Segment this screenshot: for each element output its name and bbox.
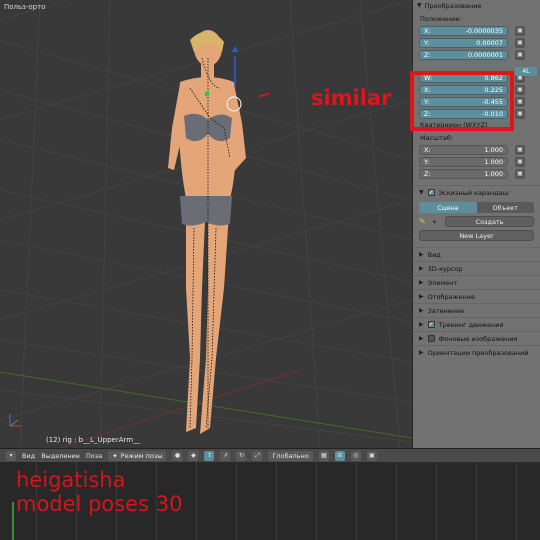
location-x-field[interactable]: X: -0.0000035 bbox=[419, 25, 508, 36]
axis-gizmo-icon bbox=[9, 414, 22, 427]
collapsed-triangle-icon: ▶ bbox=[419, 349, 424, 356]
lock-icon[interactable]: ▣ bbox=[515, 37, 525, 48]
location-label: Положение: bbox=[420, 15, 462, 23]
scale-y-field[interactable]: Y: 1.000 bbox=[419, 156, 508, 167]
location-x-row: X: -0.0000035 ▣ bbox=[419, 25, 540, 36]
layers-icon[interactable]: ▦ bbox=[318, 450, 329, 461]
location-y-field[interactable]: Y: 0.00007 bbox=[419, 37, 508, 48]
watermark: heigatisha model poses 30 bbox=[16, 468, 182, 516]
properties-panel: ▼ Преобразование Положение: X: -0.0000035… bbox=[412, 0, 540, 448]
section-background-images[interactable]: ▶ Фоновые изображения bbox=[413, 331, 540, 345]
rotation-mode-toggle[interactable]: 4L bbox=[515, 67, 537, 76]
scale-x-field[interactable]: X: 1.000 bbox=[419, 144, 508, 155]
orientation-selector[interactable]: Глобально bbox=[268, 450, 313, 461]
expand-triangle-icon: ▼ bbox=[417, 2, 422, 9]
checkbox-checked-icon[interactable]: ✓ bbox=[427, 321, 435, 328]
create-button[interactable]: Создать bbox=[445, 216, 534, 227]
location-z-field[interactable]: Z: 0.0000001 bbox=[419, 49, 508, 60]
render-icon[interactable]: ▣ bbox=[366, 450, 377, 461]
pivot-icon[interactable]: ◆ bbox=[188, 450, 199, 461]
lock-icon[interactable]: ▣ bbox=[515, 84, 525, 95]
grease-source-tabs: Сцена Объект bbox=[419, 202, 534, 213]
scale-z-field[interactable]: Z: 1.000 bbox=[419, 168, 508, 179]
highlight-box bbox=[410, 71, 514, 131]
current-frame-marker[interactable] bbox=[12, 502, 14, 540]
lock-icon[interactable]: ▣ bbox=[515, 168, 525, 179]
mode-selector[interactable]: ✦ Режим позы bbox=[108, 450, 167, 461]
blender-window: Польз-орто (12) rig : b__L_UpperArm__ ▼ … bbox=[0, 0, 540, 540]
section-display[interactable]: ▶ Отображение bbox=[413, 289, 540, 303]
menu-pose[interactable]: Поза bbox=[86, 452, 102, 460]
scale-icon[interactable]: ⤢ bbox=[252, 450, 263, 461]
section-3d-cursor[interactable]: ▶ 3D-курсор bbox=[413, 261, 540, 275]
character-model[interactable] bbox=[150, 28, 260, 448]
lock-icon[interactable]: ▣ bbox=[515, 49, 525, 60]
proportional-icon[interactable]: ◎ bbox=[350, 450, 361, 461]
menu-view[interactable]: Вид bbox=[22, 452, 35, 460]
section-motion-tracking[interactable]: ▶ ✓ Трекинг движения bbox=[413, 317, 540, 331]
snap-icon[interactable]: ⊞ bbox=[334, 450, 345, 461]
collapsed-triangle-icon: ▶ bbox=[419, 293, 424, 300]
checkbox-unchecked-icon[interactable] bbox=[427, 335, 435, 342]
scale-z-row: Z: 1.000 ▣ bbox=[419, 168, 540, 179]
expand-triangle-icon: ▼ bbox=[419, 189, 424, 196]
lock-icon[interactable]: ▣ bbox=[515, 96, 525, 107]
lock-icon[interactable]: ▣ bbox=[515, 25, 525, 36]
tab-object[interactable]: Объект bbox=[476, 202, 534, 213]
section-view[interactable]: ▶ Вид bbox=[413, 247, 540, 261]
location-z-row: Z: 0.0000001 ▣ bbox=[419, 49, 540, 60]
section-transform-orientations[interactable]: ▶ Ориентации преобразований bbox=[413, 345, 540, 359]
3d-viewport[interactable]: Польз-орто (12) rig : b__L_UpperArm__ bbox=[0, 0, 412, 448]
manipulator-icon[interactable]: ↕ bbox=[204, 450, 215, 461]
transform-header[interactable]: ▼ Преобразование bbox=[413, 0, 540, 11]
collapsed-triangle-icon: ▶ bbox=[419, 251, 424, 258]
viewport-header: ▾ Вид Выделение Поза ✦ Режим позы ● ◆ ↕ ↗… bbox=[0, 448, 540, 462]
grease-pencil-header[interactable]: ▼ ✓ Эскизный карандаш bbox=[413, 185, 540, 199]
new-layer-button[interactable]: New Layer bbox=[419, 230, 534, 241]
annotation-similar: similar bbox=[311, 86, 392, 110]
watermark-line1: heigatisha bbox=[16, 468, 126, 492]
lock-icon[interactable]: ▣ bbox=[515, 156, 525, 167]
collapsed-triangle-icon: ▶ bbox=[419, 307, 424, 314]
viewport-title: Польз-орто bbox=[4, 3, 46, 11]
pencil-icon[interactable]: ✎ bbox=[419, 217, 426, 226]
rotate-icon[interactable]: ↻ bbox=[236, 450, 247, 461]
create-row: ✎ + Создать bbox=[419, 216, 540, 227]
section-shading[interactable]: ▶ Затенение bbox=[413, 303, 540, 317]
collapsed-triangle-icon: ▶ bbox=[419, 279, 424, 286]
menu-select[interactable]: Выделение bbox=[41, 452, 80, 460]
viewport-status: (12) rig : b__L_UpperArm__ bbox=[46, 436, 141, 444]
scale-label: Масштаб: bbox=[420, 134, 454, 142]
collapsed-triangle-icon: ▶ bbox=[419, 335, 424, 342]
translate-icon[interactable]: ↗ bbox=[220, 450, 231, 461]
location-y-row: Y: 0.00007 ▣ bbox=[419, 37, 540, 48]
shading-icon[interactable]: ● bbox=[172, 450, 183, 461]
editor-type-icon[interactable]: ▾ bbox=[6, 450, 16, 461]
plus-icon[interactable]: + bbox=[432, 218, 437, 226]
scale-x-row: X: 1.000 ▣ bbox=[419, 144, 540, 155]
watermark-line2: model poses 30 bbox=[16, 492, 183, 516]
lock-icon[interactable]: ▣ bbox=[515, 144, 525, 155]
collapsed-triangle-icon: ▶ bbox=[419, 321, 424, 328]
tab-scene[interactable]: Сцена bbox=[419, 202, 477, 213]
section-item[interactable]: ▶ Элемент bbox=[413, 275, 540, 289]
checkbox-checked-icon[interactable]: ✓ bbox=[427, 189, 435, 196]
scale-y-row: Y: 1.000 ▣ bbox=[419, 156, 540, 167]
lock-icon[interactable]: ▣ bbox=[515, 108, 525, 119]
collapsed-triangle-icon: ▶ bbox=[419, 265, 424, 272]
pose-mode-icon: ✦ bbox=[112, 451, 118, 460]
